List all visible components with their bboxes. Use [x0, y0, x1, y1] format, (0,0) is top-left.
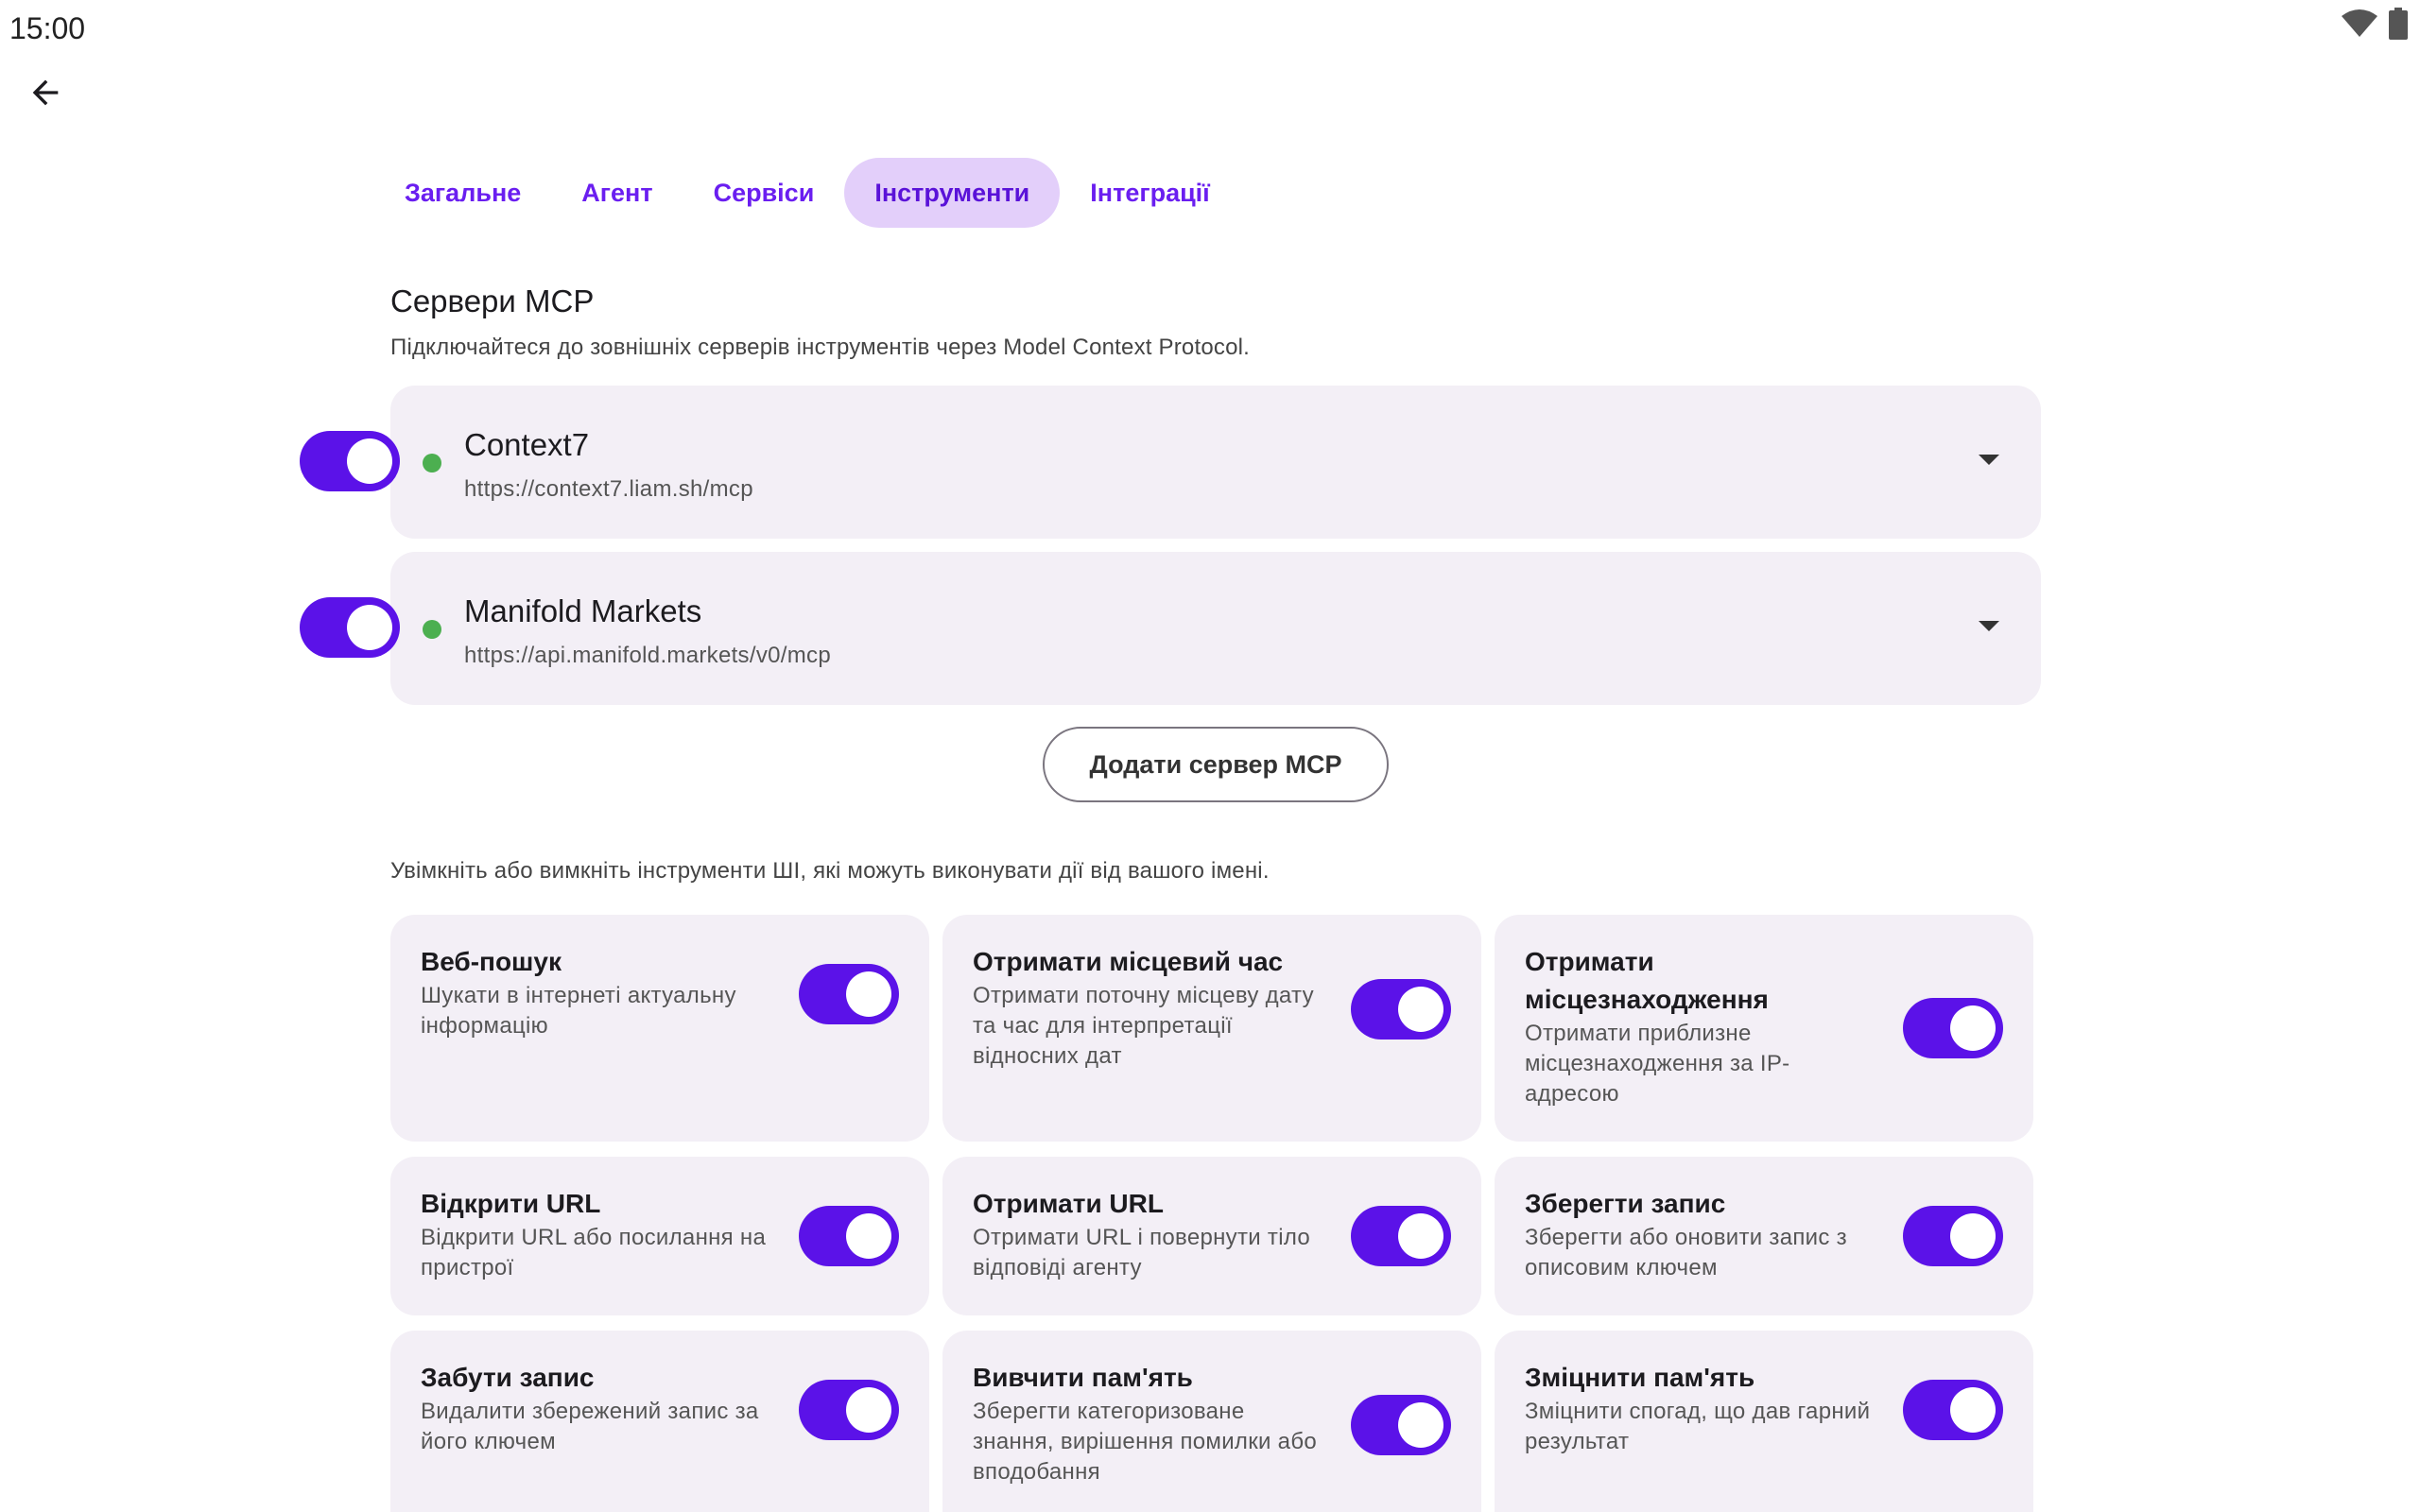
tool-description: Зміцнити спогад, що дав гарний результат — [1525, 1399, 1871, 1454]
tool-enable-toggle[interactable] — [1351, 979, 1451, 1040]
mcp-section-title: Сервери MCP — [390, 284, 595, 318]
toggle-knob — [347, 605, 392, 650]
tool-card-strengthen-memory[interactable]: Зміцнити пам'ять Зміцнити спогад, що дав… — [1495, 1331, 2033, 1512]
tool-title: Зміцнити пам'ять — [1525, 1363, 1755, 1392]
tool-card-fetch-url[interactable]: Отримати URL Отримати URL і повернути ті… — [942, 1157, 1481, 1315]
tool-title: Отримати місцезнаходження — [1525, 947, 1769, 1014]
tab-agent[interactable]: Агент — [551, 158, 683, 228]
tab-integrations[interactable]: Інтеграції — [1060, 158, 1240, 228]
tool-description: Отримати поточну місцеву дату та час для… — [973, 983, 1314, 1069]
tool-card-forget-record[interactable]: Забути запис Видалити збережений запис з… — [390, 1331, 929, 1512]
tool-card-local-time[interactable]: Отримати місцевий час Отримати поточну м… — [942, 915, 1481, 1142]
settings-tabs: Загальне Агент Сервіси Інструменти Інтег… — [374, 158, 1240, 228]
status-bar: 15:00 — [0, 0, 2420, 57]
toggle-knob — [347, 438, 392, 484]
server-enable-toggle[interactable] — [300, 431, 400, 491]
tool-enable-toggle[interactable] — [1351, 1206, 1451, 1266]
tool-title: Отримати URL — [973, 1189, 1164, 1218]
tool-title: Вивчити пам'ять — [973, 1363, 1193, 1392]
tool-card-web-search[interactable]: Веб-пошук Шукати в інтернеті актуальну і… — [390, 915, 929, 1142]
status-icons — [2341, 8, 2409, 40]
mcp-server-card[interactable]: Manifold Markets https://api.manifold.ma… — [300, 552, 2041, 705]
toggle-knob — [846, 1213, 891, 1259]
tool-title: Веб-пошук — [421, 947, 562, 976]
toggle-knob — [1950, 1213, 1996, 1259]
toggle-knob — [1950, 1387, 1996, 1433]
tool-card-learn-memory[interactable]: Вивчити пам'ять Зберегти категоризоване … — [942, 1331, 1481, 1512]
tool-description: Отримати URL і повернути тіло відповіді … — [973, 1225, 1311, 1280]
tool-description: Зберегти категоризоване знання, вирішенн… — [973, 1399, 1318, 1485]
arrow-left-icon — [26, 74, 64, 116]
server-name: Context7 — [464, 427, 590, 462]
tool-description: Видалити збережений запис за його ключем — [421, 1399, 759, 1454]
toggle-knob — [1398, 1402, 1443, 1448]
expand-server-button[interactable] — [1975, 614, 2003, 643]
toggle-knob — [1398, 1213, 1443, 1259]
wifi-icon — [2341, 9, 2378, 39]
tab-services[interactable]: Сервіси — [683, 158, 845, 228]
tool-description: Зберегти або оновити запис з описовим кл… — [1525, 1225, 1847, 1280]
tool-enable-toggle[interactable] — [799, 964, 899, 1024]
tool-enable-toggle[interactable] — [1903, 998, 2003, 1058]
tool-title: Зберегти запис — [1525, 1189, 1726, 1218]
tool-enable-toggle[interactable] — [1351, 1395, 1451, 1455]
toggle-knob — [846, 971, 891, 1017]
server-url: https://api.manifold.markets/v0/mcp — [464, 643, 831, 668]
tool-card-open-url[interactable]: Відкрити URL Відкрити URL або посилання … — [390, 1157, 929, 1315]
add-mcp-server-button[interactable]: Додати сервер MCP — [1043, 727, 1389, 802]
mcp-section-description: Підключайтеся до зовнішніх серверів інст… — [390, 335, 1251, 360]
status-time: 15:00 — [9, 11, 86, 45]
tool-description: Відкрити URL або посилання на пристрої — [421, 1225, 767, 1280]
toggle-knob — [1950, 1005, 1996, 1051]
tool-title: Отримати місцевий час — [973, 947, 1284, 976]
chevron-down-icon — [1979, 454, 1999, 471]
tool-title: Відкрити URL — [421, 1189, 601, 1218]
chevron-down-icon — [1979, 620, 1999, 637]
server-status-dot — [423, 454, 441, 472]
tools-description: Увімкніть або вимкніть інструменти ШІ, я… — [390, 858, 1270, 884]
toggle-knob — [1398, 987, 1443, 1032]
back-button[interactable] — [17, 66, 74, 123]
server-url: https://context7.liam.sh/mcp — [464, 476, 753, 502]
tab-tools[interactable]: Інструменти — [844, 158, 1061, 228]
tool-enable-toggle[interactable] — [799, 1206, 899, 1266]
battery-icon — [2388, 8, 2409, 40]
expand-server-button[interactable] — [1975, 448, 2003, 476]
tool-description: Отримати приблизне місцезнаходження за I… — [1525, 1021, 1790, 1107]
server-name: Manifold Markets — [464, 593, 702, 628]
tab-general[interactable]: Загальне — [374, 158, 551, 228]
toggle-knob — [846, 1387, 891, 1433]
mcp-server-card[interactable]: Context7 https://context7.liam.sh/mcp — [300, 386, 2041, 539]
tool-enable-toggle[interactable] — [799, 1380, 899, 1440]
tool-card-save-record[interactable]: Зберегти запис Зберегти або оновити запи… — [1495, 1157, 2033, 1315]
tool-enable-toggle[interactable] — [1903, 1380, 2003, 1440]
tool-enable-toggle[interactable] — [1903, 1206, 2003, 1266]
tool-description: Шукати в інтернеті актуальну інформацію — [421, 983, 736, 1039]
tool-title: Забути запис — [421, 1363, 595, 1392]
server-status-dot — [423, 620, 441, 639]
tool-card-location[interactable]: Отримати місцезнаходження Отримати прибл… — [1495, 915, 2033, 1142]
server-enable-toggle[interactable] — [300, 597, 400, 658]
